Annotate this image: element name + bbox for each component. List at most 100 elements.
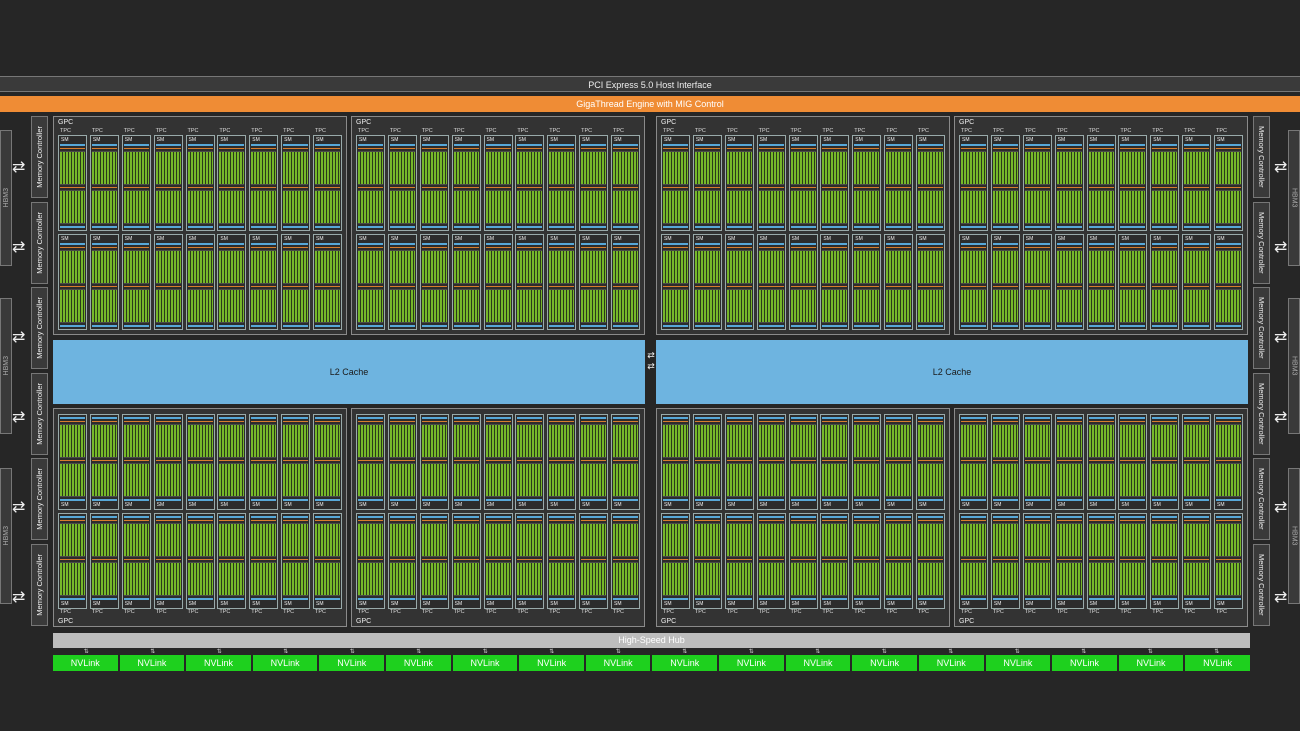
sm-cache-bar xyxy=(155,226,181,228)
sm-column: SM SM xyxy=(724,414,754,609)
sm-block: SM xyxy=(1214,234,1243,330)
tpc-label: TPC xyxy=(961,609,972,615)
hbm-stack-right-1: HBM3 xyxy=(1288,130,1300,266)
tpc-block: TPC SM SM xyxy=(89,128,119,330)
sm-label: SM xyxy=(92,236,101,242)
sm-cache-bar xyxy=(758,144,784,146)
sm-core-array xyxy=(453,151,479,185)
tpc-block: TPC SM SM xyxy=(579,128,609,330)
sm-cache-bar xyxy=(421,243,447,245)
sm-label: SM xyxy=(664,601,672,607)
sm-cache-bar xyxy=(726,598,752,600)
sm-block: SM xyxy=(724,135,754,231)
sm-block: SM xyxy=(852,414,882,510)
memory-controller-label: Memory Controller xyxy=(1257,297,1266,359)
sm-cache-bar xyxy=(251,516,277,518)
sm-block: SM xyxy=(451,135,481,231)
sm-scheduler-bar xyxy=(822,187,848,188)
sm-label: SM xyxy=(759,502,768,508)
sm-cache-bar xyxy=(581,499,607,501)
sm-label: SM xyxy=(919,236,927,242)
nvlink-6: NVLink xyxy=(386,655,451,671)
tpc-label: TPC xyxy=(315,128,326,134)
sm-core-array xyxy=(1216,289,1241,323)
gpc-label: GPC xyxy=(661,618,677,625)
sm-core-array xyxy=(421,523,447,557)
sm-column: SM SM xyxy=(451,414,481,609)
tpc-block: TPC SM SM xyxy=(451,414,481,616)
tpc-label: TPC xyxy=(992,609,1004,615)
memory-controller-right-2: Memory Controller xyxy=(1253,202,1270,284)
sm-cache-bar xyxy=(283,243,309,245)
hbm-label: HBM3 xyxy=(2,526,10,546)
sm-core-array xyxy=(485,289,511,323)
sm-column: SM SM xyxy=(483,135,513,330)
sm-block: SM xyxy=(1086,135,1116,231)
sm-cache-bar xyxy=(694,325,720,327)
sm-column: SM SM xyxy=(249,414,279,609)
sm-core-array xyxy=(918,250,943,284)
sm-label: SM xyxy=(1185,236,1193,242)
sm-cache-bar xyxy=(549,325,575,327)
tpc-label: TPC xyxy=(886,128,898,134)
sm-scheduler-bar xyxy=(1184,247,1210,248)
sm-cache-bar xyxy=(485,325,511,327)
sm-scheduler-bar xyxy=(123,247,149,248)
tpc-label: TPC xyxy=(854,128,866,134)
sm-scheduler-bar xyxy=(1024,421,1050,422)
sm-scheduler-bar xyxy=(1184,559,1210,560)
sm-core-array xyxy=(758,289,784,323)
sm-scheduler-bar xyxy=(389,187,415,188)
sm-block: SM xyxy=(820,135,850,231)
sm-block: SM xyxy=(611,234,640,330)
sm-label: SM xyxy=(1217,502,1225,508)
tpc-block: TPC SM SM xyxy=(281,414,311,616)
sm-scheduler-bar xyxy=(549,187,575,188)
sm-cache-bar xyxy=(421,144,447,146)
sm-cache-bar xyxy=(790,516,816,518)
sm-column: SM SM xyxy=(121,135,151,330)
l2-crossbar-arrows: ⇄ ⇄ xyxy=(647,350,655,371)
sm-scheduler-bar xyxy=(1152,286,1178,287)
sm-block: SM xyxy=(356,135,385,231)
sm-cache-bar xyxy=(581,598,607,600)
sm-cache-bar xyxy=(822,516,848,518)
sm-label: SM xyxy=(1153,137,1161,143)
sm-core-array xyxy=(726,151,752,185)
sm-label: SM xyxy=(220,601,228,607)
sm-cache-bar xyxy=(918,516,943,518)
sm-scheduler-bar xyxy=(758,187,784,188)
sm-label: SM xyxy=(759,601,768,607)
sm-scheduler-bar xyxy=(1024,187,1050,188)
sm-scheduler-bar xyxy=(517,247,543,248)
sm-core-array xyxy=(758,562,784,596)
sm-core-array xyxy=(1152,463,1178,497)
sm-scheduler-bar xyxy=(790,286,816,287)
sm-core-array xyxy=(485,424,511,458)
sm-core-array xyxy=(918,289,943,323)
sm-cache-bar xyxy=(1056,243,1082,245)
sm-cache-bar xyxy=(1184,226,1210,228)
sm-label: SM xyxy=(791,236,800,242)
sm-core-array xyxy=(389,424,415,458)
sm-scheduler-bar xyxy=(790,148,816,149)
memory-controller-right-4: Memory Controller xyxy=(1253,373,1270,455)
sm-scheduler-bar xyxy=(389,286,415,287)
sm-core-array xyxy=(694,523,720,557)
sm-scheduler-bar xyxy=(60,286,85,287)
sm-block: SM xyxy=(692,234,722,330)
sm-cache-bar xyxy=(854,144,880,146)
sm-scheduler-bar xyxy=(485,247,511,248)
sm-block: SM xyxy=(611,513,640,609)
sm-scheduler-bar xyxy=(421,286,447,287)
tpc-block: TPC SM SM xyxy=(959,414,988,616)
sm-block: SM xyxy=(483,234,513,330)
tpc-block: TPC SM SM xyxy=(959,128,988,330)
hbm-arrow-icon: ⇄ xyxy=(1274,239,1288,256)
sm-column: SM SM xyxy=(281,414,311,609)
sm-core-array xyxy=(790,190,816,224)
sm-cache-bar xyxy=(726,499,752,501)
sm-cache-bar xyxy=(1056,144,1082,146)
sm-core-array xyxy=(421,562,447,596)
sm-core-array xyxy=(123,463,149,497)
